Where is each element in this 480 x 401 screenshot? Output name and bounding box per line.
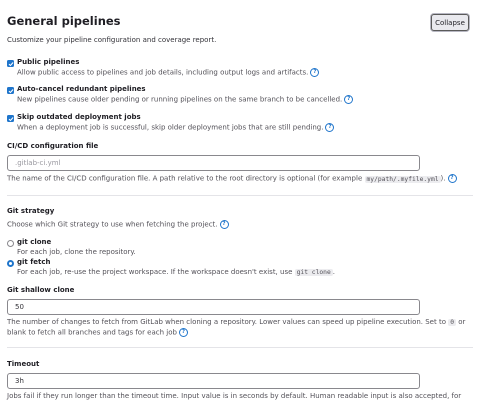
- page-subtitle: Customize your pipeline configuration an…: [7, 36, 217, 44]
- auto-cancel-help: New pipelines cause older pending or run…: [17, 95, 354, 104]
- git-clone-help: For each job, clone the repository.: [17, 248, 136, 256]
- check-icon: [8, 61, 13, 66]
- timeout-help: Jobs fail if they run longer than the ti…: [7, 392, 462, 400]
- auto-cancel-label[interactable]: Auto-cancel redundant pipelines: [17, 85, 146, 93]
- question-circle-icon[interactable]: ?: [219, 220, 229, 229]
- zero-code: 0: [448, 319, 457, 326]
- ci-config-input[interactable]: [7, 155, 420, 171]
- shallow-clone-input[interactable]: [7, 299, 420, 315]
- git-strategy-help: Choose which Git strategy to use when fe…: [7, 220, 229, 229]
- question-circle-icon[interactable]: ?: [310, 68, 320, 77]
- git-clone-code: git clone: [294, 269, 333, 276]
- skip-outdated-checkbox[interactable]: [7, 115, 14, 122]
- public-pipelines-help: Allow public access to pipelines and job…: [17, 68, 320, 77]
- public-pipelines-label[interactable]: Public pipelines: [17, 58, 79, 66]
- git-clone-radio[interactable]: [7, 240, 14, 247]
- git-fetch-radio[interactable]: [7, 260, 14, 267]
- ci-config-help: The name of the CI/CD configuration file…: [7, 174, 457, 183]
- check-icon: [8, 88, 13, 93]
- git-fetch-label[interactable]: git fetch: [17, 258, 50, 266]
- shallow-clone-help-line1: The number of changes to fetch from GitL…: [7, 318, 466, 326]
- skip-outdated-label[interactable]: Skip outdated deployment jobs: [17, 113, 141, 121]
- git-clone-label[interactable]: git clone: [17, 238, 51, 246]
- example-path-code: my/path/.myfile.yml: [364, 175, 441, 183]
- divider: [7, 195, 473, 196]
- check-icon: [8, 116, 13, 121]
- git-fetch-help: For each job, re-use the project workspa…: [17, 268, 335, 276]
- question-circle-icon[interactable]: ?: [325, 123, 335, 132]
- shallow-clone-help-line2: blank to fetch all branches and tags for…: [7, 328, 188, 337]
- public-pipelines-checkbox[interactable]: [7, 60, 14, 67]
- divider: [7, 347, 473, 348]
- skip-outdated-help: When a deployment job is successful, ski…: [17, 123, 335, 132]
- page-title: General pipelines: [7, 14, 121, 28]
- ci-config-label: CI/CD configuration file: [7, 142, 99, 150]
- question-circle-icon[interactable]: ?: [178, 328, 188, 337]
- git-strategy-label: Git strategy: [7, 207, 55, 215]
- collapse-button[interactable]: Collapse: [431, 14, 469, 31]
- question-circle-icon[interactable]: ?: [344, 95, 354, 104]
- shallow-clone-label: Git shallow clone: [7, 286, 75, 294]
- timeout-input[interactable]: [7, 373, 420, 389]
- auto-cancel-checkbox[interactable]: [7, 87, 14, 94]
- question-circle-icon[interactable]: ?: [447, 174, 457, 183]
- timeout-label: Timeout: [7, 360, 40, 368]
